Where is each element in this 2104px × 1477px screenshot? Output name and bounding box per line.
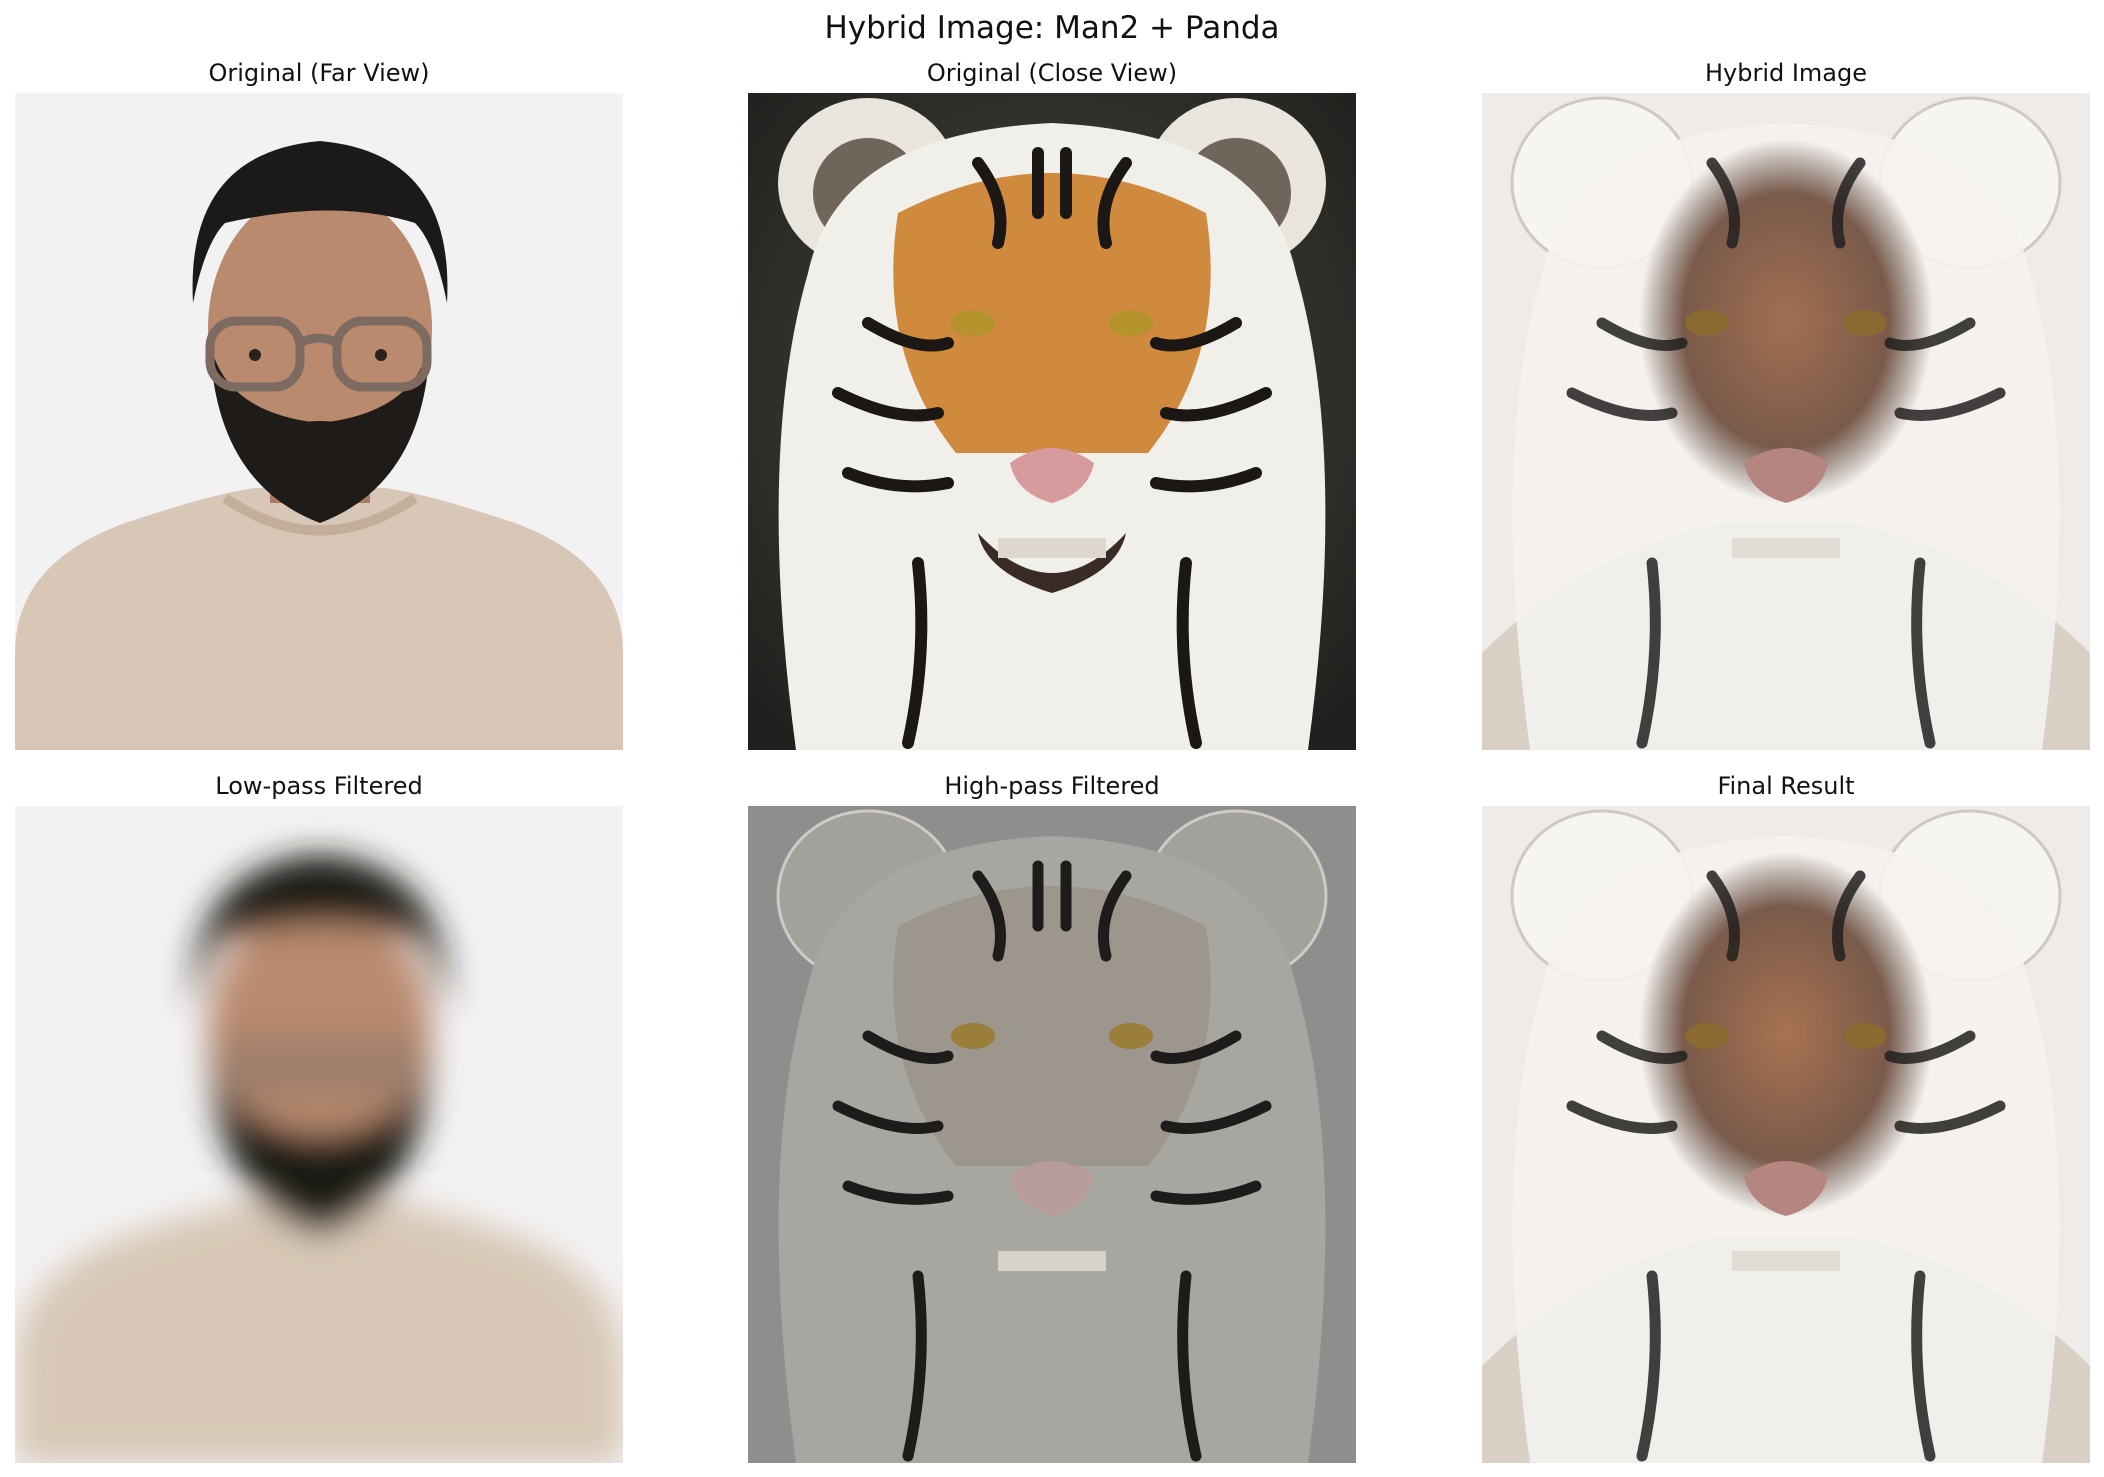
image-high-pass-filtered — [748, 806, 1356, 1463]
figure: Hybrid Image: Man2 + Panda Original (Far… — [0, 0, 2104, 1477]
figure-title: Hybrid Image: Man2 + Panda — [824, 10, 1280, 46]
panel-title-far-view: Original (Far View) — [208, 59, 430, 87]
image-low-pass-filtered — [15, 806, 623, 1463]
panel-title-low-pass: Low-pass Filtered — [215, 772, 423, 800]
panel-title-close-view: Original (Close View) — [926, 59, 1178, 87]
image-final-result — [1482, 806, 2090, 1463]
panel-title-high-pass: High-pass Filtered — [944, 772, 1160, 800]
image-original-far-view — [15, 93, 623, 750]
image-hybrid — [1482, 93, 2090, 750]
panel-title-hybrid: Hybrid Image — [1704, 59, 1868, 87]
panel-title-final-result: Final Result — [1717, 772, 1855, 800]
image-original-close-view — [748, 93, 1356, 750]
